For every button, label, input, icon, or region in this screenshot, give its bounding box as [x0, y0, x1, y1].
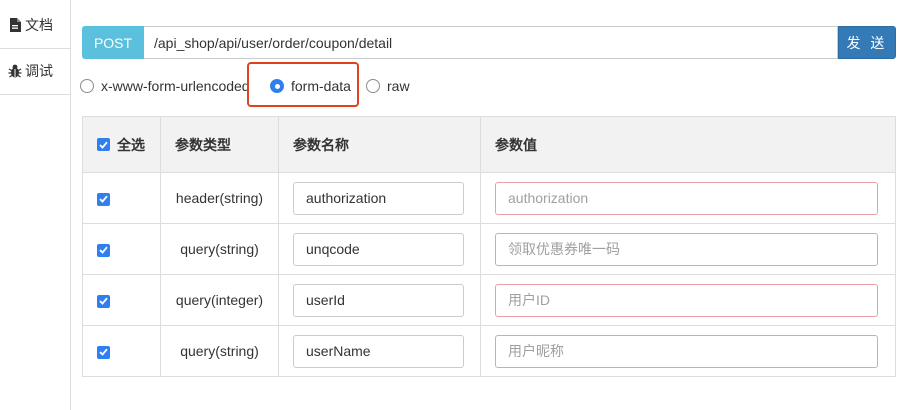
param-name-input[interactable] — [293, 283, 464, 317]
select-all-label: 全选 — [117, 136, 145, 153]
radio-label: x-www-form-urlencoded — [101, 78, 250, 94]
method-badge[interactable]: POST — [82, 26, 144, 59]
sidebar: 文档 调试 — [0, 0, 71, 410]
row-checkbox[interactable] — [97, 294, 110, 308]
table-row: header(string) — [82, 172, 896, 224]
param-type: query(string) — [160, 223, 279, 275]
bug-icon — [7, 63, 23, 79]
document-icon — [7, 17, 23, 33]
row-checkbox[interactable] — [97, 345, 110, 359]
row-checkbox[interactable] — [97, 243, 110, 257]
param-type: query(integer) — [160, 274, 279, 326]
select-all-checkbox[interactable] — [97, 138, 110, 151]
param-name-input[interactable] — [293, 181, 464, 215]
table-header-row: 全选 参数类型 参数名称 参数值 — [82, 116, 896, 173]
request-bar: POST 发 送 — [82, 26, 896, 59]
radio-label: form-data — [291, 78, 351, 94]
param-name-input[interactable] — [293, 232, 464, 266]
sidebar-item-label: 调试 — [25, 63, 53, 79]
radio-form-data[interactable]: form-data — [270, 74, 351, 98]
param-type: query(string) — [160, 325, 279, 377]
row-checkbox[interactable] — [97, 192, 110, 206]
param-value-input[interactable] — [495, 232, 878, 266]
table-row: query(integer) — [82, 274, 896, 326]
column-header-type: 参数类型 — [160, 116, 279, 173]
table-row: query(string) — [82, 325, 896, 377]
radio-button[interactable] — [270, 79, 284, 93]
table-row: query(string) — [82, 223, 896, 275]
send-button[interactable]: 发 送 — [838, 26, 896, 59]
sidebar-item-label: 文档 — [25, 17, 53, 33]
radio-button[interactable] — [80, 79, 94, 93]
sidebar-item-debug[interactable]: 调试 — [0, 48, 70, 95]
radio-raw[interactable]: raw — [366, 74, 410, 98]
params-table: 全选 参数类型 参数名称 参数值 header(string) query(st… — [82, 116, 896, 377]
param-value-input[interactable] — [495, 283, 878, 317]
param-type: header(string) — [160, 172, 279, 224]
body-type-radio-group: x-www-form-urlencoded form-data raw — [80, 74, 480, 98]
column-header-value: 参数值 — [480, 116, 896, 173]
param-name-input[interactable] — [293, 334, 464, 368]
sidebar-item-doc[interactable]: 文档 — [0, 2, 70, 49]
param-value-input[interactable] — [495, 334, 878, 368]
radio-label: raw — [387, 78, 410, 94]
select-all-header[interactable]: 全选 — [82, 116, 161, 173]
url-input[interactable] — [144, 26, 838, 59]
column-header-name: 参数名称 — [278, 116, 481, 173]
radio-x-www-form-urlencoded[interactable]: x-www-form-urlencoded — [80, 74, 250, 98]
param-value-input[interactable] — [495, 181, 878, 215]
radio-button[interactable] — [366, 79, 380, 93]
